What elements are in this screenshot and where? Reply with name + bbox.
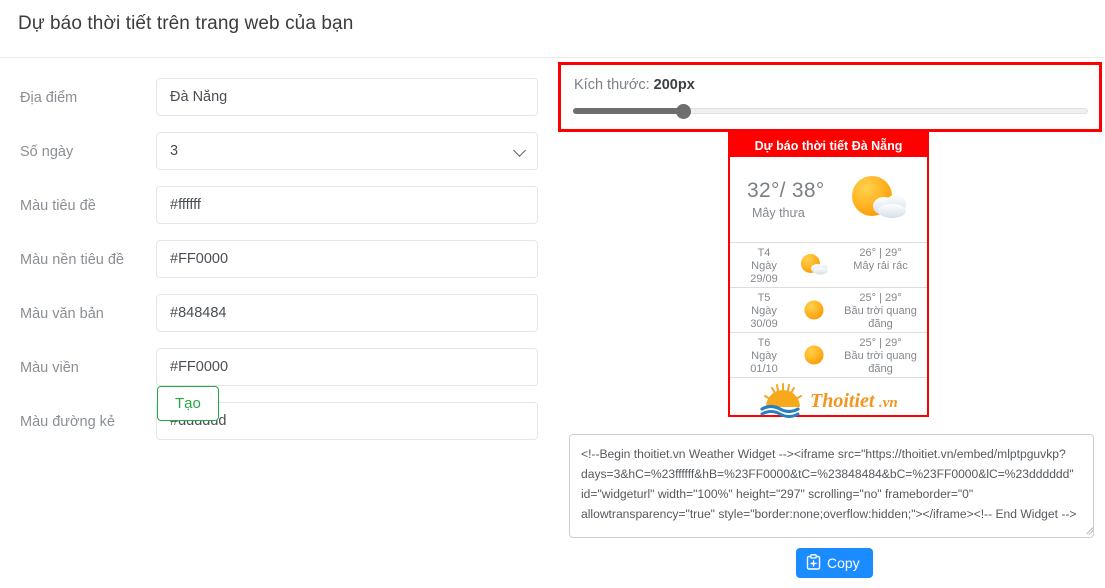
forecast-row: T4 Ngày 29/09 26° | 29° Mây rải rác [730, 242, 927, 287]
label-title-bg-color: Màu nền tiêu đề [20, 252, 124, 268]
forecast-info: 25° | 29° Bầu trời quang đãng [834, 337, 927, 376]
label-line-color: Màu đường kẻ [20, 414, 115, 430]
slider-fill [573, 108, 683, 114]
create-button[interactable]: Tạo [157, 386, 219, 421]
preview-column: Kích thước: 200px Dự báo thời tiết Đà Nẵ… [556, 0, 1105, 588]
form-row-title-color: Màu tiêu đề [0, 182, 552, 236]
widget-footer: Thoitiet .vn [730, 377, 927, 420]
clipboard-icon [806, 553, 821, 573]
forecast-weekday: T5 [757, 292, 771, 304]
forecast-day: T5 Ngày 30/09 [736, 292, 792, 331]
forecast-day: T4 Ngày 29/09 [736, 247, 792, 286]
embed-code-textarea[interactable]: <!--Begin thoitiet.vn Weather Widget -->… [569, 434, 1094, 538]
forecast-date-prefix: Ngày [751, 350, 777, 362]
sun-icon [798, 296, 830, 329]
label-days: Số ngày [20, 144, 74, 160]
forecast-date: 29/09 [750, 273, 778, 285]
weather-widget-preview: Dự báo thời tiết Đà Nẵng 32°/ 38° Mây th… [728, 132, 929, 420]
page-title: Dự báo thời tiết trên trang web của bạn [18, 13, 354, 34]
widget-settings-form: Địa điểm Số ngày 3 Màu tiêu đề Màu nền t… [0, 74, 552, 452]
forecast-info: 26° | 29° Mây rải rác [834, 247, 927, 273]
text-color-input[interactable] [156, 294, 538, 332]
label-title-color: Màu tiêu đề [20, 198, 96, 214]
size-panel: Kích thước: 200px [558, 62, 1102, 132]
title-color-input[interactable] [156, 186, 538, 224]
forecast-date: 30/09 [750, 318, 778, 330]
thoitiet-logo: Thoitiet .vn [754, 382, 906, 423]
sun-icon [798, 341, 830, 374]
widget-current-conditions: 32°/ 38° Mây thưa [730, 157, 927, 242]
forecast-desc: Mây rải rác [853, 260, 908, 272]
forecast-date: 01/10 [750, 363, 778, 375]
form-row-text-color: Màu văn bản [0, 290, 552, 344]
label-text-color: Màu văn bản [20, 306, 104, 322]
location-input[interactable] [156, 78, 538, 116]
label-border-color: Màu viền [20, 360, 79, 376]
slider-thumb[interactable] [676, 104, 691, 119]
forecast-row: T5 Ngày 30/09 25° | 29° Bầu trời quang đ… [730, 287, 927, 332]
current-description: Mây thưa [752, 206, 805, 220]
forecast-temps: 25° | 29° [859, 292, 902, 304]
logo-suffix: .vn [879, 395, 898, 411]
current-temperature: 32°/ 38° [747, 179, 825, 202]
days-select[interactable]: 3 [156, 132, 538, 170]
forecast-temps: 26° | 29° [859, 247, 902, 259]
forecast-weekday: T6 [757, 337, 771, 349]
size-slider[interactable] [573, 104, 1088, 119]
form-row-location: Địa điểm [0, 74, 552, 128]
form-row-days: Số ngày 3 [0, 128, 552, 182]
forecast-info: 25° | 29° Bầu trời quang đãng [834, 292, 927, 331]
days-select-wrap[interactable]: 3 [156, 132, 538, 170]
forecast-desc: Bầu trời quang đãng [844, 305, 917, 330]
forecast-temps: 25° | 29° [859, 337, 902, 349]
copy-button-label: Copy [827, 555, 860, 571]
form-row-title-bg-color: Màu nền tiêu đề [0, 236, 552, 290]
logo-text: Thoitiet [810, 390, 876, 412]
size-label-prefix: Kích thước: [574, 77, 654, 93]
forecast-row: T6 Ngày 01/10 25° | 29° Bầu trời quang đ… [730, 332, 927, 377]
form-row-border-color: Màu viền [0, 344, 552, 398]
sun-cloud-icon [848, 171, 910, 232]
size-label: Kích thước: 200px [574, 77, 695, 93]
copy-button[interactable]: Copy [796, 548, 873, 578]
form-row-line-color: Màu đường kẻ [0, 398, 552, 452]
title-bg-color-input[interactable] [156, 240, 538, 278]
border-color-input[interactable] [156, 348, 538, 386]
label-location: Địa điểm [20, 90, 78, 106]
widget-generator-page: Dự báo thời tiết trên trang web của bạn … [0, 0, 1105, 588]
forecast-desc: Bầu trời quang đãng [844, 350, 917, 375]
forecast-date-prefix: Ngày [751, 305, 777, 317]
sun-cloud-icon [798, 251, 830, 284]
forecast-day: T6 Ngày 01/10 [736, 337, 792, 376]
forecast-weekday: T4 [757, 247, 771, 259]
forecast-date-prefix: Ngày [751, 260, 777, 272]
widget-title: Dự báo thời tiết Đà Nẵng [730, 134, 927, 157]
size-value: 200px [653, 77, 695, 93]
